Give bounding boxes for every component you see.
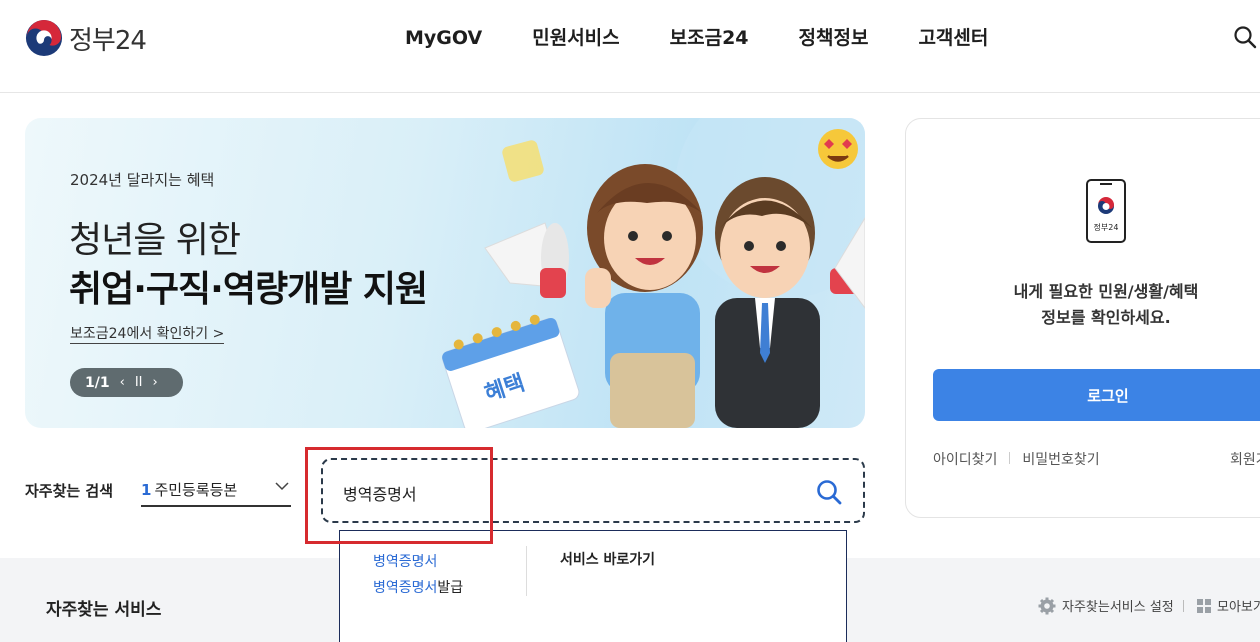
banner-counter: 1/1 <box>85 374 110 391</box>
nav-subsidy24[interactable]: 보조금24 <box>670 25 749 51</box>
gear-icon <box>1038 597 1056 614</box>
frequent-services-settings-button[interactable]: 자주찾는서비스 설정 <box>1038 596 1174 615</box>
banner-pause-button[interactable]: II <box>135 375 143 390</box>
join-link[interactable]: 회원가 <box>1230 449 1260 469</box>
main-nav: MyGOV 민원서비스 보조금24 정책정보 고객센터 <box>405 25 1038 51</box>
autocomplete-item[interactable]: 병역증명서발급 <box>373 575 463 601</box>
search-button-icon[interactable] <box>815 478 843 506</box>
grid-icon <box>1197 598 1211 613</box>
find-id-link[interactable]: 아이디찾기 <box>933 449 997 469</box>
logo[interactable]: 정부24 <box>25 19 147 57</box>
login-card: 정부24 내게 필요한 민원/생활/혜택 정보를 확인하세요. 로그인 아이디찾… <box>905 118 1260 518</box>
autocomplete-list: 병역증명서 병역증명서발급 <box>373 549 463 601</box>
promo-banner[interactable]: 2024년 달라지는 혜택 청년을 위한 취업·구직·역량개발 지원 보조금24… <box>25 118 865 428</box>
svg-text:정부24: 정부24 <box>1094 222 1119 232</box>
nav-civil-services[interactable]: 민원서비스 <box>532 25 619 51</box>
search-input[interactable] <box>343 480 783 506</box>
page: 정부24 MyGOV 민원서비스 보조금24 정책정보 고객센터 2024년 달… <box>0 0 1260 642</box>
taegeuk-logo-icon <box>25 19 63 57</box>
divider <box>526 546 527 596</box>
chevron-down-icon <box>275 482 289 491</box>
search-icon[interactable] <box>1233 25 1257 49</box>
settings-label: 자주찾는서비스 설정 <box>1062 600 1174 615</box>
nav-policy-info[interactable]: 정책정보 <box>799 25 869 51</box>
search-autocomplete: 병역증명서 병역증명서발급 서비스 바로가기 <box>339 530 847 642</box>
frequent-services-title: 자주찾는 서비스 <box>46 600 162 620</box>
find-password-link[interactable]: 비밀번호찾기 <box>1022 449 1099 469</box>
login-message: 내게 필요한 민원/생활/혜택 정보를 확인하세요. <box>1013 282 1199 327</box>
banner-next-button[interactable]: › <box>152 375 157 390</box>
login-button[interactable]: 로그인 <box>933 369 1260 421</box>
nav-mygov[interactable]: MyGOV <box>405 25 482 51</box>
divider <box>1183 600 1184 612</box>
banner-subtitle: 2024년 달라지는 혜택 <box>70 171 215 189</box>
nav-customer-center[interactable]: 고객센터 <box>918 25 988 51</box>
frequent-search-select[interactable]: 1 주민등록등본 <box>141 479 291 507</box>
frequent-search-rank: 1 <box>141 481 152 499</box>
banner-controls: 1/1 ‹ II › <box>70 368 183 397</box>
logo-text: 정부24 <box>69 25 147 56</box>
heart-eyes-emoji-icon <box>818 129 858 169</box>
frequent-search-label: 자주찾는 검색 <box>25 482 114 500</box>
login-links: 아이디찾기 비밀번호찾기 <box>933 449 1100 469</box>
service-shortcut-title: 서비스 바로가기 <box>560 552 656 568</box>
collect-view-button[interactable]: 모아보기 <box>1197 596 1260 615</box>
autocomplete-item[interactable]: 병역증명서 <box>373 549 463 575</box>
banner-title-line1: 청년을 위한 <box>69 220 241 261</box>
banner-illustration: 혜택 <box>442 118 865 428</box>
collect-label: 모아보기 <box>1217 600 1260 615</box>
banner-title-line2: 취업·구직·역량개발 지원 <box>69 269 428 310</box>
banner-prev-button[interactable]: ‹ <box>120 375 125 390</box>
header: 정부24 MyGOV 민원서비스 보조금24 정책정보 고객센터 <box>0 0 1260 93</box>
frequent-search-item: 주민등록등본 <box>154 481 238 499</box>
banner-link[interactable]: 보조금24에서 확인하기 > <box>70 323 225 344</box>
main-search-box <box>321 458 865 523</box>
mobile-app-icon: 정부24 <box>1086 179 1126 243</box>
divider <box>1009 452 1011 464</box>
